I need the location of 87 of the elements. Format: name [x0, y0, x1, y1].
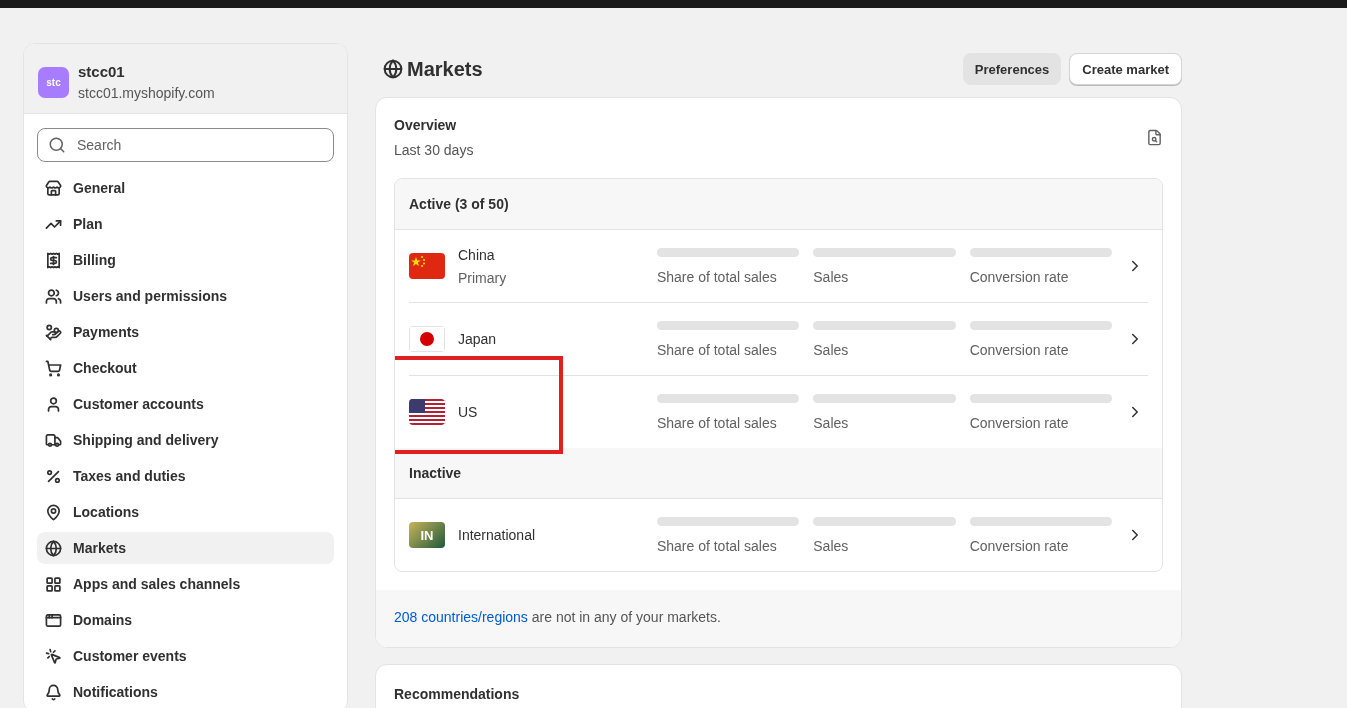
- footer-note: 208 countries/regions are not in any of your markets.: [376, 590, 1181, 647]
- card-title: Overview: [394, 117, 458, 133]
- metric-label: Sales: [813, 341, 850, 358]
- globe-icon: [383, 59, 403, 79]
- flag-icon: [409, 253, 445, 279]
- metric-label: Conversion rate: [969, 537, 1070, 554]
- sidebar-item-label: Shipping and delivery: [73, 432, 219, 448]
- sidebar-item[interactable]: General: [37, 172, 334, 204]
- sidebar-item-label: General: [73, 180, 126, 196]
- flag-icon: [409, 326, 445, 352]
- metric-label: Sales: [813, 414, 850, 431]
- market-name: Japan: [458, 331, 497, 347]
- sidebar-item-label: Notifications: [73, 684, 158, 700]
- search-input[interactable]: Search: [75, 136, 323, 154]
- recommendations-title: Recommendations: [375, 664, 1182, 708]
- sidebar-item[interactable]: Markets: [37, 532, 334, 564]
- sidebar-item[interactable]: Customer events: [37, 640, 334, 672]
- market-note: Primary: [458, 269, 507, 286]
- market-row[interactable]: US Share of total sales Sales Conversion rate: [409, 376, 1148, 448]
- sidebar-item[interactable]: Payments: [37, 316, 334, 348]
- sidebar-item[interactable]: Notifications: [37, 676, 334, 708]
- metric-label: Share of total sales: [656, 268, 778, 285]
- sidebar-item-label: Apps and sales channels: [73, 576, 241, 592]
- sidebar-item-label: Customer events: [73, 648, 187, 664]
- metric-label: Share of total sales: [656, 414, 778, 431]
- sidebar-item-label: Customer accounts: [73, 396, 204, 412]
- users-icon: [45, 287, 62, 305]
- map-pin-icon: [45, 503, 62, 521]
- header-button[interactable]: Create market: [1069, 53, 1182, 85]
- grid-icon: [45, 575, 62, 593]
- pointer-icon: [45, 647, 62, 665]
- metric-label: Conversion rate: [969, 268, 1070, 285]
- sidebar-item[interactable]: Billing: [37, 244, 334, 276]
- sidebar-item-label: Domains: [73, 612, 133, 628]
- store-icon: [45, 179, 62, 197]
- sidebar-item[interactable]: Apps and sales channels: [37, 568, 334, 600]
- metric-label: Sales: [813, 537, 850, 554]
- countries-link[interactable]: 208 countries/regions: [394, 609, 528, 625]
- sidebar-item[interactable]: Plan: [37, 208, 334, 240]
- globe-icon: [45, 539, 62, 557]
- sidebar-item[interactable]: Taxes and duties: [37, 460, 334, 492]
- sidebar-item[interactable]: Users and permissions: [37, 280, 334, 312]
- header-button[interactable]: Preferences: [962, 53, 1062, 85]
- page-title: Markets: [407, 57, 483, 81]
- report-search-icon[interactable]: [1146, 129, 1163, 146]
- sidebar-item-label: Checkout: [73, 360, 137, 376]
- metric-label: Conversion rate: [969, 414, 1070, 431]
- sidebar-item[interactable]: Customer accounts: [37, 388, 334, 420]
- market-row[interactable]: Japan Share of total sales Sales Conversion rate: [409, 303, 1148, 376]
- market-name: US: [458, 404, 478, 420]
- hand-coins-icon: [45, 323, 62, 341]
- metric-label: Share of total sales: [656, 341, 778, 358]
- sidebar-item-label: Users and permissions: [73, 288, 228, 304]
- card-subtitle: Last 30 days: [394, 142, 474, 158]
- market-badge: IN: [409, 522, 445, 548]
- bell-icon: [45, 683, 62, 701]
- store-domain: stcc01.myshopify.com: [78, 85, 215, 101]
- market-name: International: [458, 527, 536, 543]
- sidebar-item[interactable]: Locations: [37, 496, 334, 528]
- market-row[interactable]: China Primary Share of total sales Sales Conversion rate: [409, 230, 1148, 303]
- search-icon: [48, 136, 66, 154]
- sidebar-item[interactable]: Domains: [37, 604, 334, 636]
- cart-icon: [45, 359, 62, 377]
- window-icon: [45, 611, 62, 629]
- receipt-icon: [45, 251, 62, 269]
- person-icon: [45, 395, 62, 413]
- sidebar-item-label: Locations: [73, 504, 140, 520]
- metric-label: Share of total sales: [656, 537, 778, 554]
- group-heading: Active (3 of 50): [395, 179, 1162, 230]
- metric-label: Sales: [813, 268, 850, 285]
- sidebar-item-label: Plan: [73, 216, 103, 232]
- search-field[interactable]: Search: [37, 128, 334, 162]
- store-avatar: stc: [38, 66, 69, 98]
- flag-icon: [409, 399, 445, 425]
- sidebar-item-label: Markets: [73, 540, 126, 556]
- metric-label: Conversion rate: [969, 341, 1070, 358]
- sidebar-item-label: Payments: [73, 324, 140, 340]
- percent-icon: [45, 467, 62, 485]
- store-name: stcc01: [78, 63, 126, 80]
- sidebar-item[interactable]: Checkout: [37, 352, 334, 384]
- sidebar-item-label: Billing: [73, 252, 116, 268]
- group-heading: Inactive: [395, 448, 1162, 499]
- truck-icon: [45, 431, 62, 449]
- sidebar-item-label: Taxes and duties: [73, 468, 186, 484]
- sidebar-item[interactable]: Shipping and delivery: [37, 424, 334, 456]
- market-row[interactable]: IN International Share of total sales Sales Conversion rate: [409, 499, 1148, 571]
- market-name: China: [458, 246, 496, 263]
